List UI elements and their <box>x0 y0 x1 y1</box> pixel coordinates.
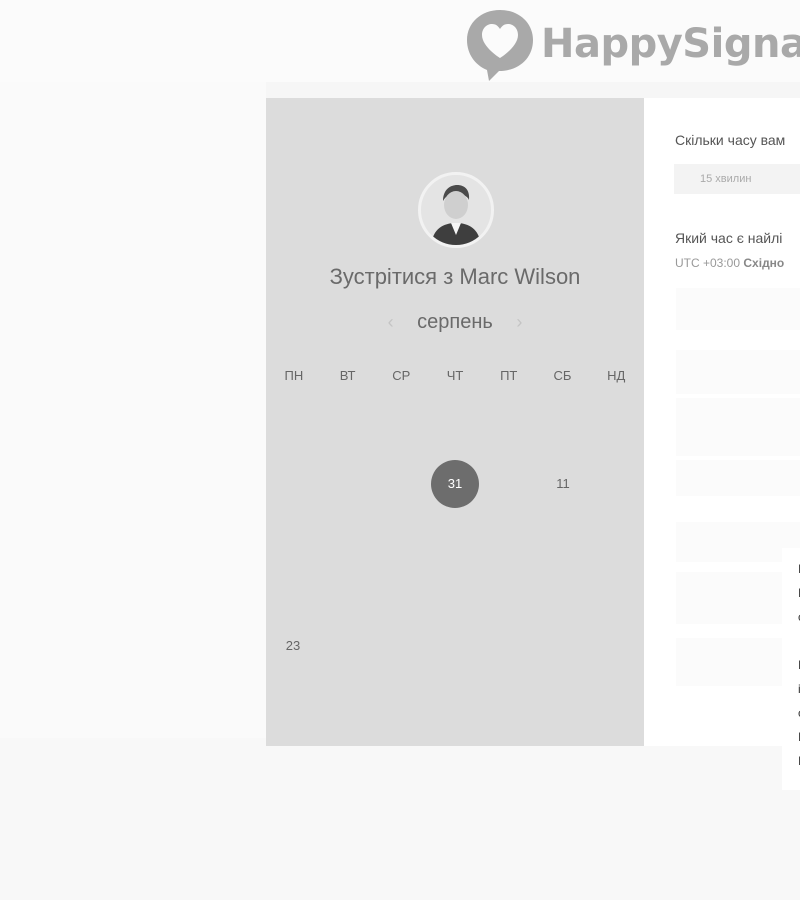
duration-question: Скільки часу вам <box>675 132 786 148</box>
calendar-day[interactable] <box>374 567 428 617</box>
calendar-day[interactable] <box>428 405 482 455</box>
heart-chat-bubble-icon <box>467 10 533 81</box>
time-question: Який час є найлі <box>675 230 783 246</box>
timezone-name: Східно <box>743 256 785 270</box>
calendar-day[interactable] <box>428 621 482 671</box>
time-slot[interactable] <box>676 350 800 394</box>
calendar-day-number: 31 <box>431 460 479 508</box>
calendar-day[interactable]: 23 <box>266 621 320 671</box>
time-slot[interactable] <box>676 288 800 330</box>
calendar-day[interactable] <box>482 405 536 455</box>
meeting-title: Зустрітися з Marc Wilson <box>329 264 581 289</box>
calendar-day[interactable] <box>536 405 590 455</box>
calendar-day[interactable] <box>590 621 644 671</box>
weekday-label: СР <box>392 368 411 383</box>
person-photo-icon <box>421 175 491 245</box>
calendar-day-number: 23 <box>285 638 301 653</box>
calendar-day-number: 11 <box>556 476 570 491</box>
avatar <box>418 172 494 248</box>
calendar-day[interactable] <box>590 567 644 617</box>
duration-option-15[interactable]: 15 хвилин <box>674 164 800 194</box>
calendar-day[interactable] <box>266 513 320 563</box>
month-navigation: ‹ серпень › <box>266 311 644 334</box>
calendar-day[interactable] <box>374 405 428 455</box>
chevron-right-icon[interactable]: › <box>516 312 522 333</box>
calendar-day[interactable]: 11 <box>536 459 590 509</box>
calendar-day[interactable] <box>590 405 644 455</box>
calendar-day[interactable] <box>428 513 482 563</box>
calendar-week-row: 23 <box>266 619 644 673</box>
time-slot[interactable] <box>676 398 800 456</box>
calendar-day[interactable] <box>482 513 536 563</box>
calendar-day[interactable] <box>536 567 590 617</box>
calendar-day[interactable] <box>374 459 428 509</box>
calendar-day[interactable] <box>482 621 536 671</box>
calendar-day[interactable] <box>266 405 320 455</box>
calendar-grid: 31 11 23 <box>266 403 644 673</box>
calendar-day[interactable] <box>374 513 428 563</box>
logo-text: HappySignal <box>541 21 800 67</box>
duration-option-label: 15 хвилин <box>700 173 752 185</box>
weekday-label: НД <box>607 368 626 383</box>
left-blank-area <box>0 82 266 738</box>
month-label: серпень <box>417 311 493 333</box>
calendar-week-row <box>266 511 644 565</box>
calendar-day[interactable] <box>320 621 374 671</box>
calendar-day-selected[interactable]: 31 <box>428 459 482 509</box>
calendar-day[interactable] <box>320 459 374 509</box>
weekday-label: ЧТ <box>446 368 464 383</box>
calendar-week-row <box>266 403 644 457</box>
calendar-day[interactable] <box>536 621 590 671</box>
calendar-day[interactable] <box>266 567 320 617</box>
weekday-label: СБ <box>553 368 572 383</box>
calendar-day[interactable] <box>482 459 536 509</box>
calendar-day[interactable] <box>320 405 374 455</box>
timezone-offset: UTC +03:00 <box>675 256 741 270</box>
calendar-day[interactable] <box>536 513 590 563</box>
calendar-day[interactable] <box>320 567 374 617</box>
weekday-label: ПТ <box>500 368 518 383</box>
side-popup-fragment: I I c I i c I I <box>782 548 800 790</box>
calendar-day[interactable] <box>374 621 428 671</box>
calendar-day[interactable] <box>482 567 536 617</box>
calendar-week-row <box>266 565 644 619</box>
logo[interactable]: HappySignal <box>465 6 800 82</box>
time-slot[interactable] <box>676 460 800 496</box>
booking-pane: Скільки часу вам 15 хвилин Який час є на… <box>644 98 800 746</box>
weekday-header: ПН ВТ СР ЧТ ПТ СБ НД <box>266 368 644 383</box>
calendar-week-row: 31 11 <box>266 457 644 511</box>
weekday-label: ПН <box>284 368 304 383</box>
calendar-day[interactable] <box>266 459 320 509</box>
chevron-left-icon[interactable]: ‹ <box>388 312 394 333</box>
calendar-day[interactable] <box>590 459 644 509</box>
header: HappySignal <box>0 0 800 82</box>
footer-band <box>0 738 800 900</box>
calendar-day[interactable] <box>428 567 482 617</box>
calendar-panel: Зустрітися з Marc Wilson ‹ серпень › ПН … <box>266 98 644 746</box>
calendar-day[interactable] <box>590 513 644 563</box>
timezone-label[interactable]: UTC +03:00 Східно <box>675 256 784 270</box>
calendar-day[interactable] <box>320 513 374 563</box>
weekday-label: ВТ <box>339 368 356 383</box>
